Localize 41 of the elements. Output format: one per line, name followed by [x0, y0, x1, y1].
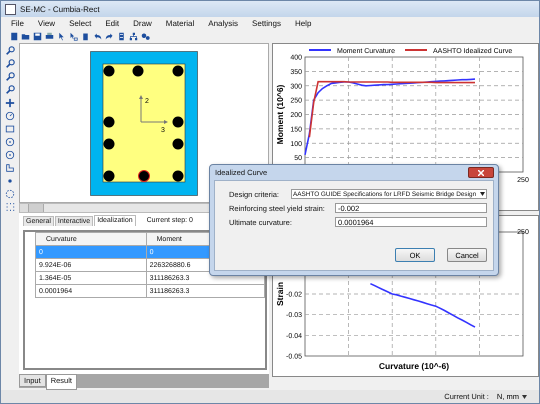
close-icon [478, 170, 484, 176]
column-icon[interactable] [117, 32, 126, 41]
caret-icon [480, 192, 485, 196]
rotate-icon[interactable] [5, 111, 15, 121]
dotted-grid-icon[interactable] [5, 202, 15, 212]
close-button[interactable] [468, 167, 494, 178]
menu-item[interactable]: File [11, 19, 24, 28]
x-axis-title: Curvature (10^-6) [378, 361, 450, 371]
menu-item[interactable]: Material [166, 19, 194, 28]
move-icon[interactable] [5, 98, 15, 108]
pointer-icon[interactable] [57, 32, 66, 41]
polygon-icon[interactable] [5, 163, 15, 173]
save-icon[interactable] [33, 32, 42, 41]
zoom-out-icon[interactable] [5, 72, 15, 82]
zoom-icon[interactable] [5, 46, 15, 56]
new-file-icon[interactable] [9, 32, 18, 41]
zoom-in-icon[interactable] [5, 59, 15, 69]
menu-item[interactable]: View [38, 19, 56, 28]
rectangle-icon[interactable] [5, 124, 15, 134]
undo-icon[interactable] [93, 32, 102, 41]
y-axis-title: Strain [275, 282, 285, 306]
menu-item[interactable]: Edit [105, 19, 120, 28]
circle-icon[interactable] [5, 137, 15, 147]
caret-icon [522, 394, 527, 398]
open-folder-icon[interactable] [21, 32, 30, 41]
pointer-select-icon[interactable] [69, 32, 78, 41]
circle-icon[interactable] [5, 150, 15, 160]
menu-item[interactable]: Draw [133, 19, 152, 28]
zoom-fit-icon[interactable] [5, 85, 15, 95]
y-axis-title: Moment (10^6) [275, 84, 285, 144]
menu-item[interactable]: Select [69, 19, 92, 28]
menu-item[interactable]: Help [294, 19, 312, 28]
axis-arrows [139, 94, 168, 124]
redo-icon[interactable] [105, 32, 114, 41]
menu-item[interactable]: Settings [252, 19, 281, 28]
dashed-circle-icon[interactable] [5, 189, 15, 199]
print-icon[interactable] [45, 32, 54, 41]
hierarchy-icon[interactable] [129, 32, 138, 41]
menu-item[interactable]: Analysis [208, 19, 238, 28]
window-title: SE-MC - Cumbia-Rect [20, 4, 100, 14]
app-icon [5, 4, 16, 14]
